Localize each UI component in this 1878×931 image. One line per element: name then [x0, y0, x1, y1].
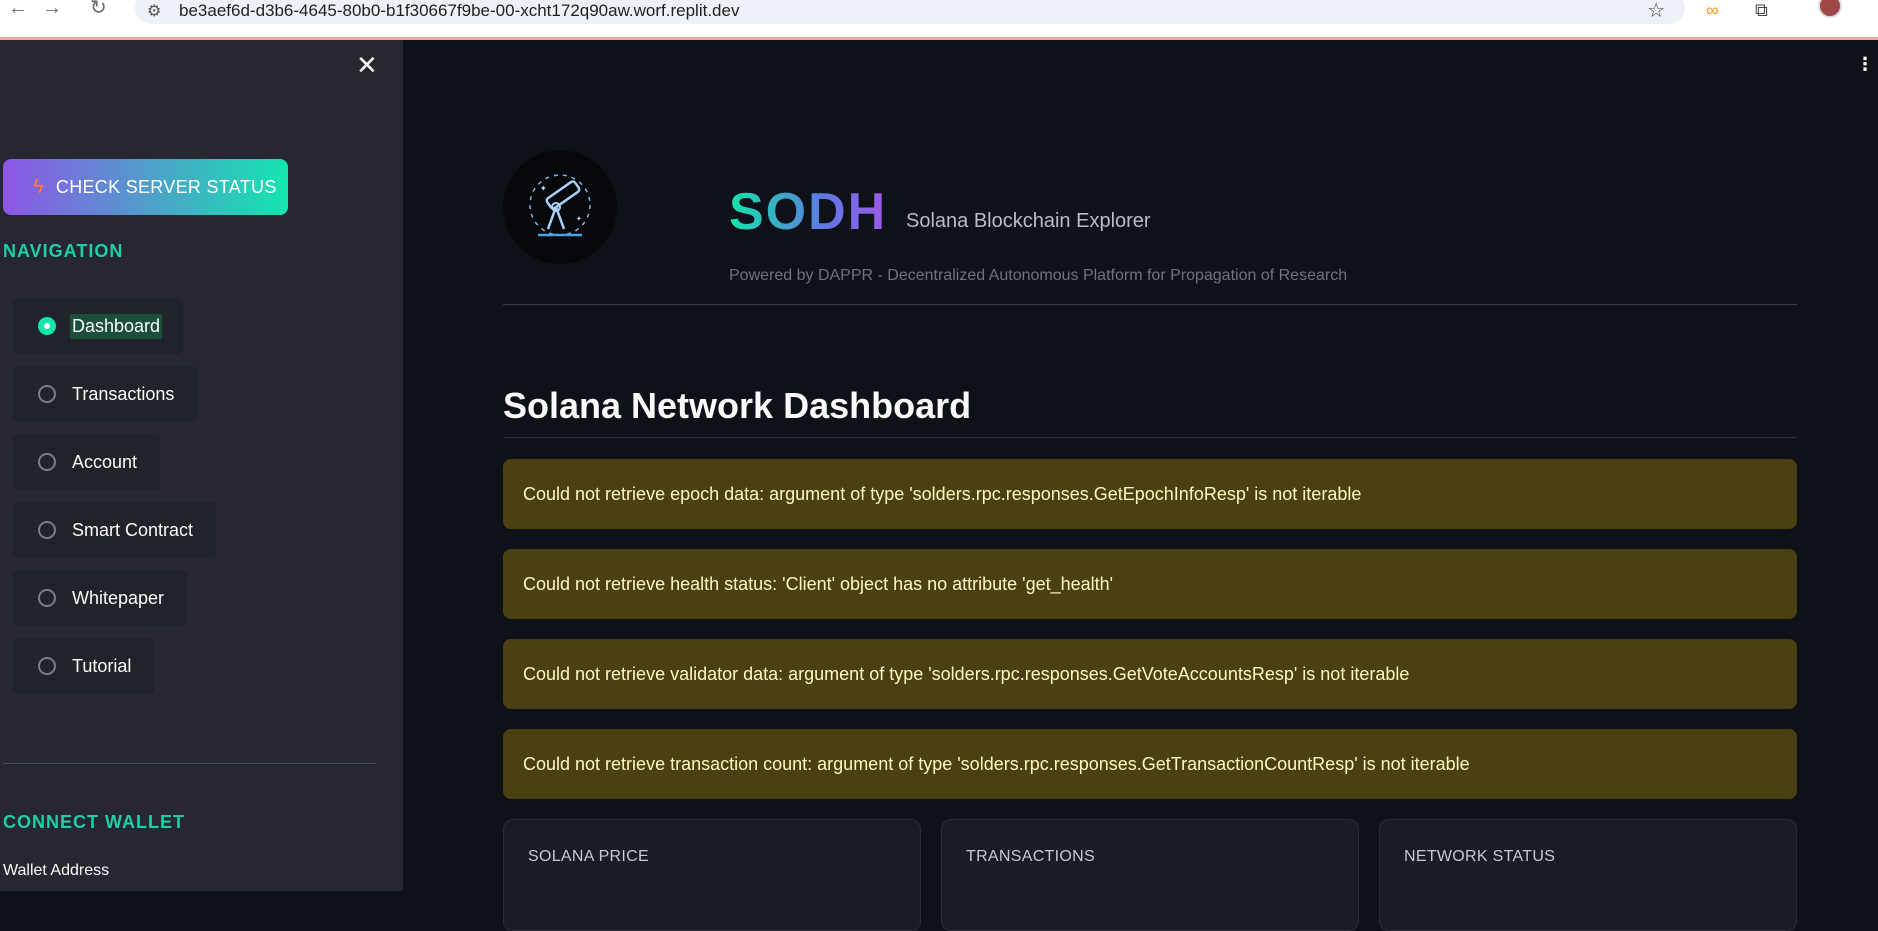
close-sidebar-icon[interactable]: ✕: [356, 52, 378, 78]
url-text[interactable]: be3aef6d-d3b6-4645-80b0-b1f30667f9be-00-…: [179, 1, 739, 21]
navigation-heading: NAVIGATION: [3, 241, 124, 261]
check-server-status-label: CHECK SERVER STATUS: [55, 176, 277, 197]
nav-item-dashboard[interactable]: Dashboard: [13, 298, 184, 354]
connect-wallet-heading: CONNECT WALLET: [3, 812, 185, 832]
address-bar[interactable]: ⚙ be3aef6d-d3b6-4645-80b0-b1f30667f9be-0…: [135, 0, 1685, 24]
metric-card-network-status: NETWORK STATUS: [1379, 819, 1797, 931]
radio-icon[interactable]: [38, 385, 56, 403]
warning-alert: Could not retrieve health status: 'Clien…: [503, 549, 1797, 619]
brand-tagline: Solana Blockchain Explorer: [906, 210, 1151, 232]
nav-item-label: Tutorial: [72, 655, 132, 676]
nav-item-whitepaper[interactable]: Whitepaper: [13, 570, 188, 626]
telescope-icon: ✦ ✦: [529, 174, 591, 237]
nav-item-label: Transactions: [72, 383, 175, 404]
nav-item-label: Dashboard: [70, 313, 163, 339]
telescope-logo: ✦ ✦: [503, 150, 617, 264]
more-menu-icon[interactable]: ⋮: [1856, 54, 1874, 75]
reload-icon[interactable]: ↻: [90, 0, 107, 18]
header-divider: [503, 304, 1797, 305]
metric-label: TRANSACTIONS: [966, 848, 1095, 865]
page-title: Solana Network Dashboard: [503, 385, 972, 426]
nav-item-account[interactable]: Account: [13, 434, 161, 490]
profile-avatar[interactable]: [1818, 0, 1842, 18]
nav-item-transactions[interactable]: Transactions: [13, 366, 198, 422]
radio-icon[interactable]: [38, 521, 56, 539]
site-info-icon[interactable]: ⚙: [147, 1, 161, 21]
forward-icon[interactable]: →: [42, 0, 62, 18]
metric-label: NETWORK STATUS: [1404, 848, 1556, 865]
radio-icon[interactable]: [38, 657, 56, 675]
warning-alert: Could not retrieve transaction count: ar…: [503, 729, 1797, 799]
alert-text: Could not retrieve epoch data: argument …: [523, 483, 1362, 504]
brand-title: SODH: [729, 183, 888, 241]
wallet-address-label: Wallet Address: [3, 862, 110, 879]
alert-text: Could not retrieve transaction count: ar…: [523, 753, 1470, 774]
title-divider: [503, 437, 1797, 438]
check-server-status-button[interactable]: ϟ CHECK SERVER STATUS: [3, 159, 288, 215]
browser-toolbar: ← → ↻ ⚙ be3aef6d-d3b6-4645-80b0-b1f30667…: [0, 0, 1878, 40]
lightning-icon: ϟ: [33, 175, 44, 198]
nav-item-label: Account: [72, 451, 138, 472]
warning-alert: Could not retrieve epoch data: argument …: [503, 459, 1797, 529]
svg-text:✦: ✦: [576, 215, 582, 223]
nav-item-smart-contract[interactable]: Smart Contract: [13, 502, 217, 558]
radio-selected-icon[interactable]: [38, 317, 56, 335]
extension-icon[interactable]: ∞: [1706, 0, 1719, 21]
nav-item-label: Smart Contract: [72, 519, 194, 540]
metric-label: SOLANA PRICE: [528, 848, 649, 865]
radio-icon[interactable]: [38, 453, 56, 471]
sidebar-divider: [3, 763, 376, 764]
extensions-puzzle-icon[interactable]: ⧉: [1755, 0, 1768, 21]
main-content: ⋮ ✦ ✦ SODH Solana Blockchain Explorer Po…: [403, 40, 1878, 931]
alert-text: Could not retrieve validator data: argum…: [523, 663, 1410, 684]
nav-item-tutorial[interactable]: Tutorial: [13, 638, 155, 694]
svg-text:✦: ✦: [540, 184, 547, 193]
radio-icon[interactable]: [38, 589, 56, 607]
alert-text: Could not retrieve health status: 'Clien…: [523, 573, 1114, 594]
bookmark-star-icon[interactable]: ☆: [1647, 0, 1665, 23]
back-icon[interactable]: ←: [8, 0, 28, 18]
powered-by-text: Powered by DAPPR - Decentralized Autonom…: [729, 267, 1348, 284]
metric-card-transactions: TRANSACTIONS: [941, 819, 1359, 931]
warning-alert: Could not retrieve validator data: argum…: [503, 639, 1797, 709]
metric-card-solana-price: SOLANA PRICE: [503, 819, 921, 931]
nav-item-label: Whitepaper: [72, 587, 165, 608]
sidebar: ✕ ϟ CHECK SERVER STATUS NAVIGATION Dashb…: [0, 40, 403, 891]
